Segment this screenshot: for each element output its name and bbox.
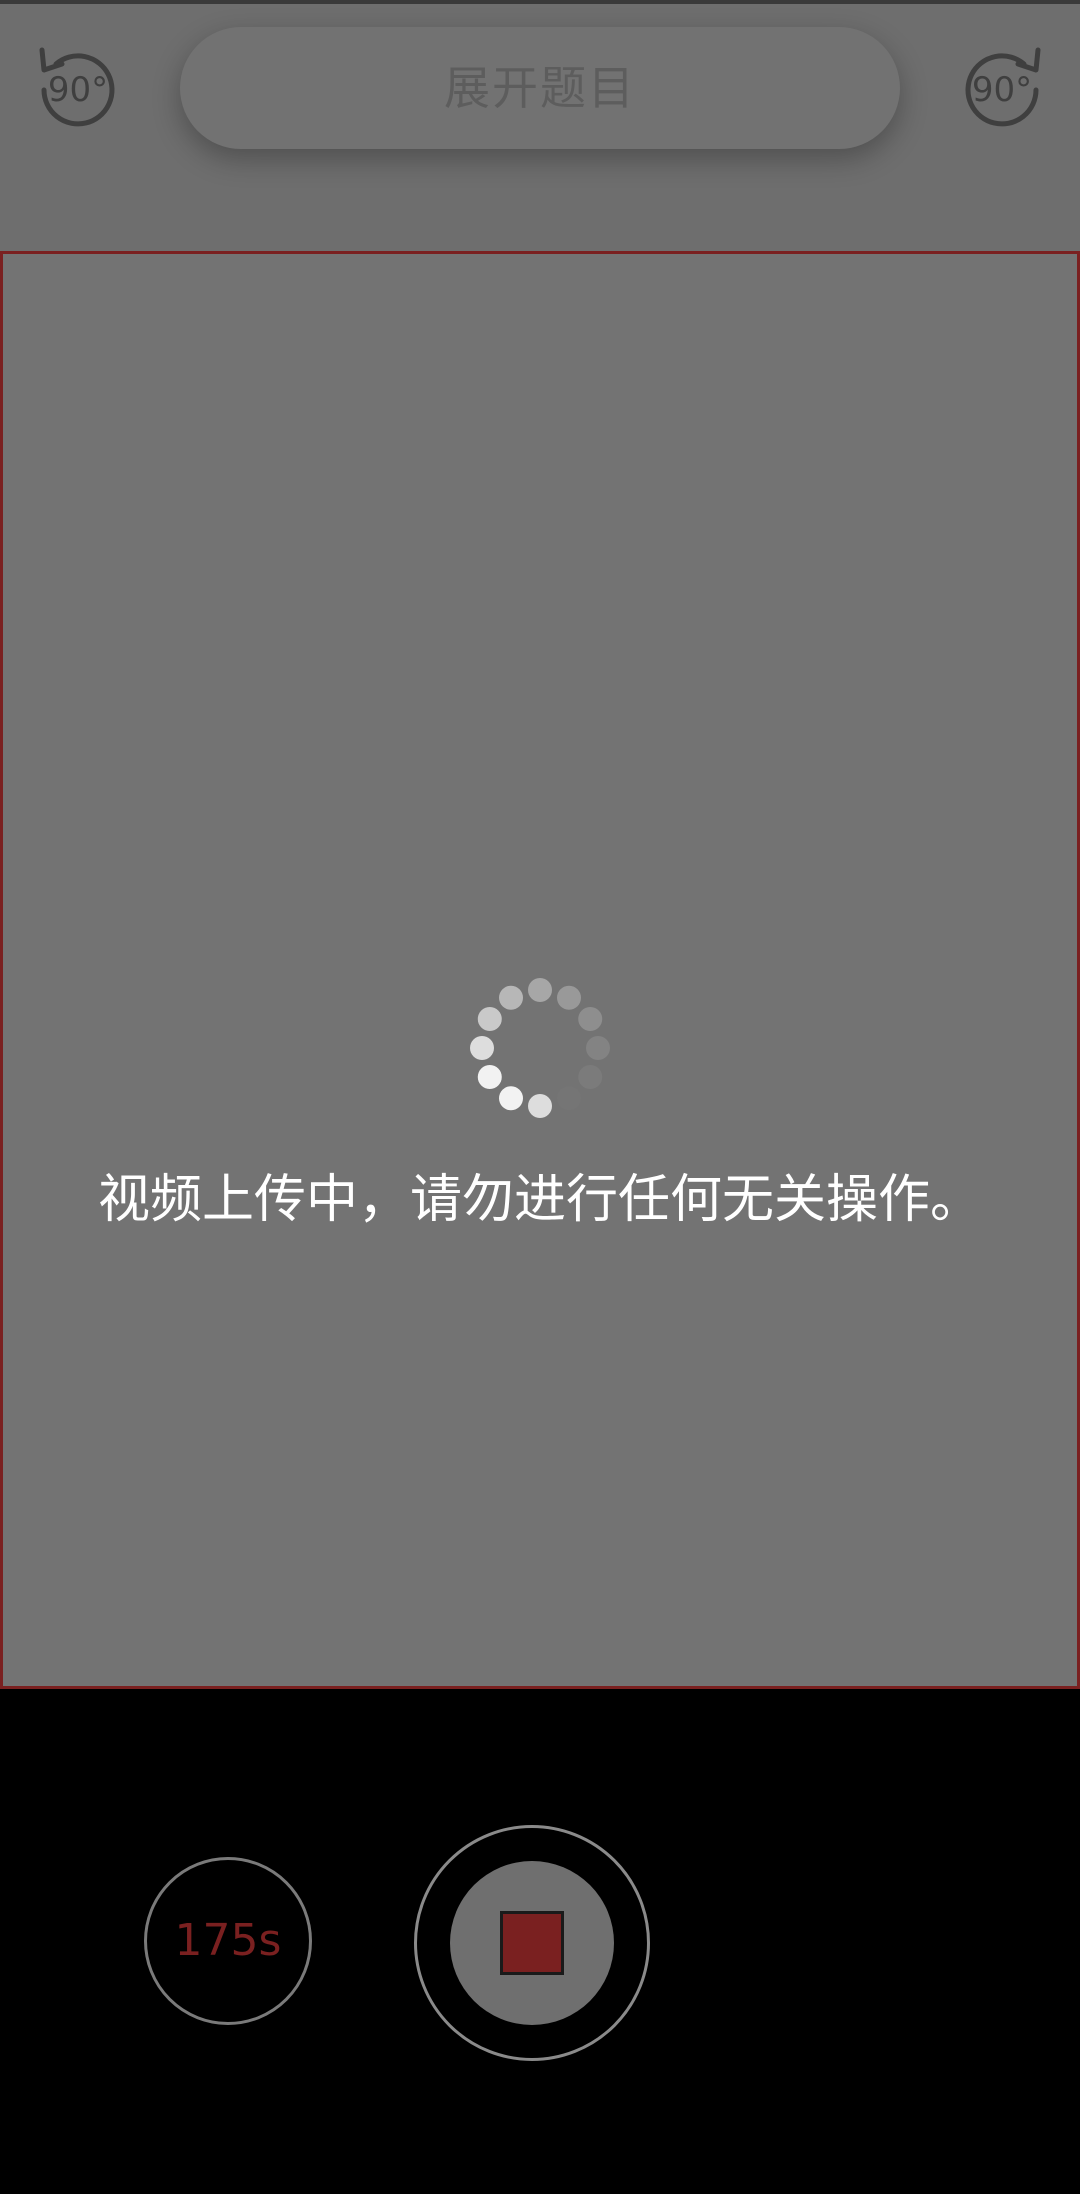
spinner-dot xyxy=(477,1065,502,1089)
spinner-dot xyxy=(528,978,552,1002)
record-button-inner[interactable] xyxy=(450,1861,614,2025)
spinner-dot xyxy=(528,1094,552,1118)
spinner-dot xyxy=(470,1036,494,1060)
spinner-dot xyxy=(578,1065,603,1089)
stop-square-icon xyxy=(500,1911,564,1975)
camera-preview xyxy=(0,251,1080,1689)
spinner-dot xyxy=(499,985,523,1010)
spinner-dot xyxy=(499,1086,523,1111)
record-stop-button[interactable] xyxy=(414,1825,650,2061)
spinner-dot xyxy=(586,1036,610,1060)
upload-status-message: 视频上传中，请勿进行任何无关操作。 xyxy=(97,1170,982,1230)
loading-spinner-icon xyxy=(465,973,615,1123)
camera-recording-screen: 90° 展开题目 90° 视频上传中，请勿进行任何无关操作。 175s xyxy=(0,0,1080,2194)
spinner-dot xyxy=(557,1086,581,1111)
rotate-right-button[interactable]: 90° xyxy=(954,42,1050,138)
top-toolbar: 90° 展开题目 90° xyxy=(0,0,1080,253)
spinner-dot xyxy=(557,985,581,1010)
expand-question-button[interactable]: 展开题目 xyxy=(180,27,900,149)
countdown-timer: 175s xyxy=(144,1857,312,2025)
spinner-dot xyxy=(578,1007,603,1031)
spinner-dot xyxy=(477,1007,502,1031)
rotate-right-label: 90° xyxy=(971,70,1033,110)
rotate-left-button[interactable]: 90° xyxy=(30,42,126,138)
rotate-left-label: 90° xyxy=(47,70,109,110)
